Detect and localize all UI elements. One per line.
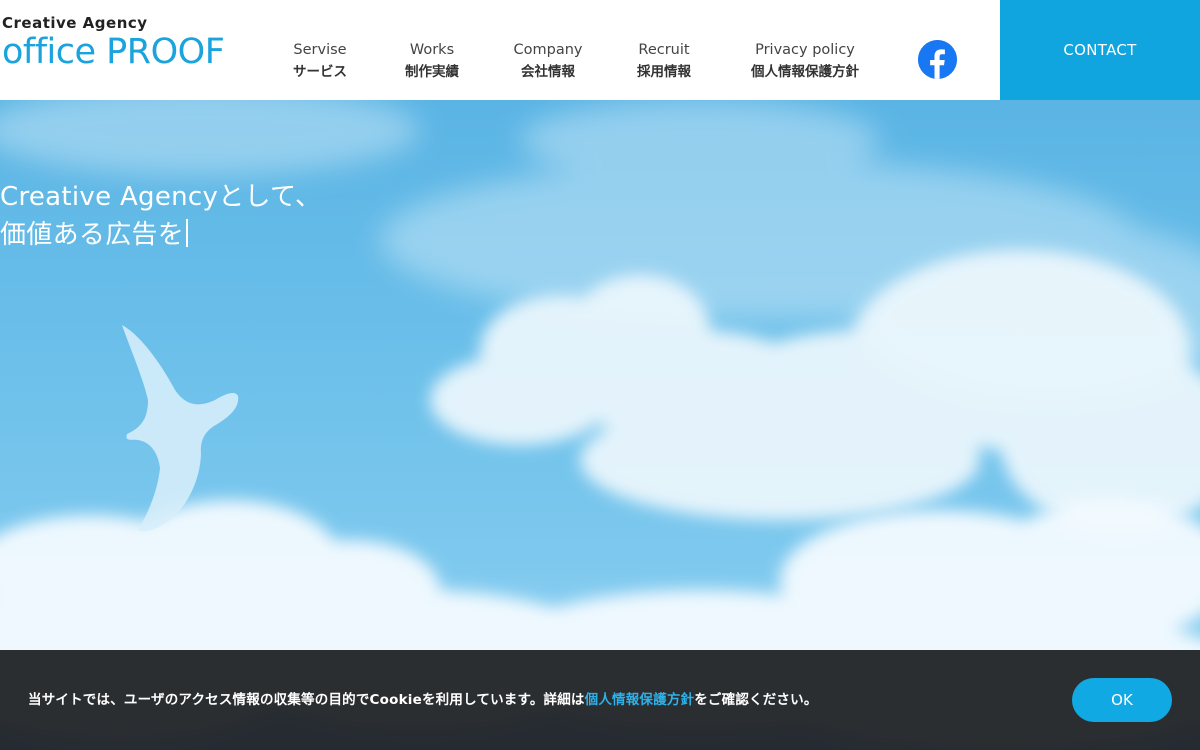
nav-label-en: Works — [409, 42, 455, 58]
cookie-text-after: をご確認ください。 — [694, 692, 818, 708]
nav-item-privacy[interactable]: Privacy policy 個人情報保護方針 — [751, 38, 859, 82]
nav-item-recruit[interactable]: Recruit 採用情報 — [637, 38, 691, 82]
hero-headline: Creative Agencyとして、 価値ある広告を — [0, 178, 321, 254]
cookie-banner: 当サイトでは、ユーザのアクセス情報の収集等の目的でCookieを利用しています。… — [0, 650, 1200, 750]
cookie-ok-button[interactable]: OK — [1072, 678, 1172, 722]
nav-label-ja: 採用情報 — [637, 64, 691, 80]
contact-button[interactable]: CONTACT — [1000, 0, 1200, 100]
nav-label-en: Company — [513, 42, 583, 58]
nav-label-en: Servise — [293, 42, 347, 58]
nav-label-ja: サービス — [293, 64, 347, 80]
cookie-message: 当サイトでは、ユーザのアクセス情報の収集等の目的でCookieを利用しています。… — [28, 688, 818, 708]
site-header: Creative Agency office PROOF Servise サービ… — [0, 0, 1200, 100]
hero-line-2: 価値ある広告を — [0, 216, 321, 254]
bird-shape — [122, 325, 239, 532]
main-nav: Servise サービス Works 制作実績 Company 会社情報 Rec… — [0, 38, 900, 88]
nav-label-en: Privacy policy — [755, 42, 855, 58]
nav-label-ja: 制作実績 — [405, 64, 459, 80]
nav-item-works[interactable]: Works 制作実績 — [405, 38, 459, 82]
nav-item-company[interactable]: Company 会社情報 — [514, 38, 583, 82]
nav-label-en: Recruit — [638, 42, 690, 58]
nav-label-ja: 個人情報保護方針 — [751, 64, 859, 80]
logo-tagline: Creative Agency — [2, 14, 148, 32]
hero-line-1: Creative Agencyとして、 — [0, 182, 322, 212]
nav-label-ja: 会社情報 — [520, 64, 575, 80]
hero-line-2-text: 価値ある広告を — [0, 220, 185, 250]
cookie-text-before: 当サイトでは、ユーザのアクセス情報の収集等の目的でCookieを利用しています。… — [28, 692, 585, 708]
nav-item-service[interactable]: Servise サービス — [293, 38, 347, 82]
facebook-icon[interactable] — [918, 40, 957, 79]
typing-cursor — [186, 219, 189, 247]
privacy-policy-link[interactable]: 個人情報保護方針 — [585, 692, 695, 708]
